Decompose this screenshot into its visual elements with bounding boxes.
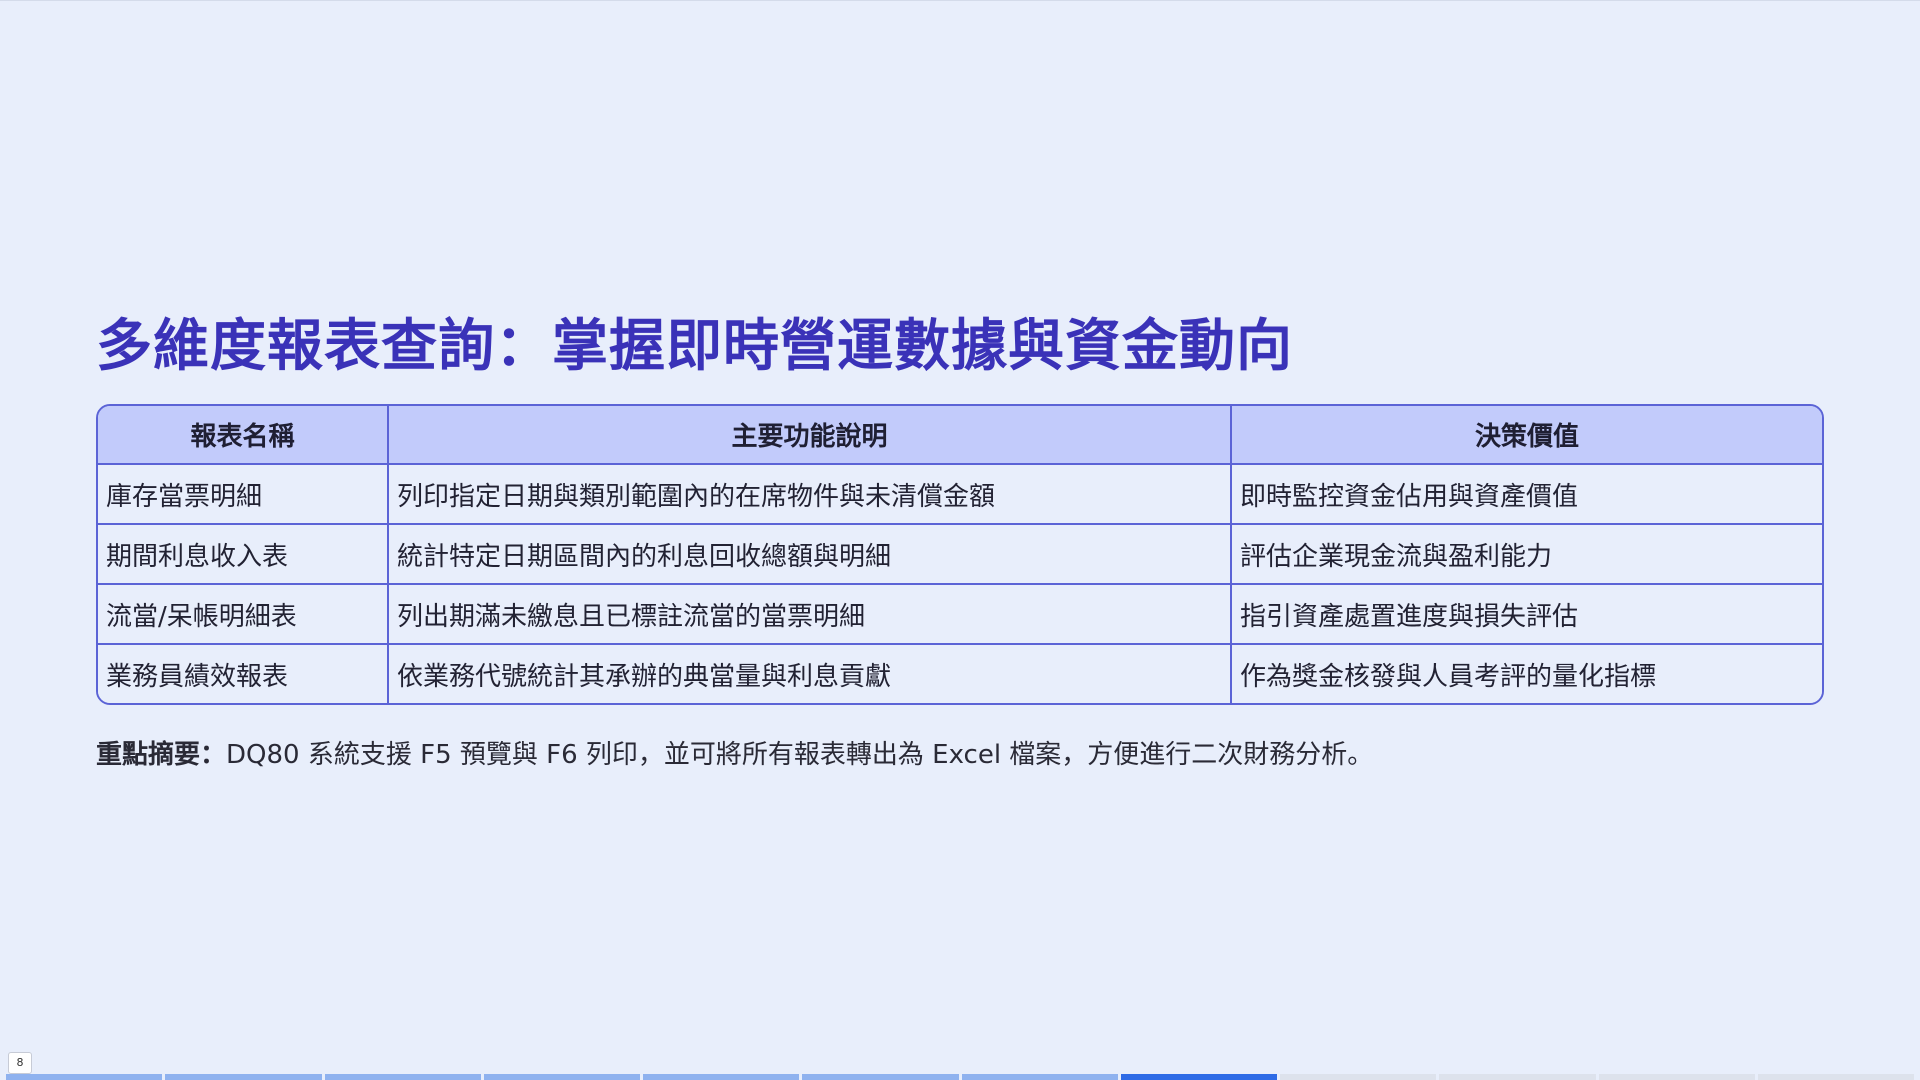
progress-segment-12[interactable] <box>1757 1074 1914 1080</box>
report-table: 報表名稱 主要功能說明 決策價值 庫存當票明細 列印指定日期與類別範圍內的在席物… <box>96 404 1824 705</box>
table-row: 業務員績效報表 依業務代號統計其承辦的典當量與利息貢獻 作為獎金核發與人員考評的… <box>98 644 1822 703</box>
progress-segment-5[interactable] <box>643 1074 800 1080</box>
progress-segment-7[interactable] <box>961 1074 1118 1080</box>
cell-main-function: 列出期滿未繳息且已標註流當的當票明細 <box>388 584 1232 645</box>
cell-decision-value: 指引資產處置進度與損失評估 <box>1231 584 1822 645</box>
progress-segment-3[interactable] <box>324 1074 481 1080</box>
cell-report-name: 庫存當票明細 <box>98 464 389 525</box>
slide-progress-bar[interactable] <box>6 1074 1914 1080</box>
progress-segment-8[interactable] <box>1120 1074 1277 1080</box>
cell-main-function: 統計特定日期區間內的利息回收總額與明細 <box>388 524 1232 585</box>
progress-segment-11[interactable] <box>1598 1074 1755 1080</box>
report-table-grid: 報表名稱 主要功能說明 決策價值 庫存當票明細 列印指定日期與類別範圍內的在席物… <box>98 406 1822 703</box>
header-main-function: 主要功能說明 <box>388 406 1232 465</box>
slide: 多維度報表查詢：掌握即時營運數據與資金動向 報表名稱 主要功能說明 決策價值 庫… <box>0 0 1920 1080</box>
cell-decision-value: 作為獎金核發與人員考評的量化指標 <box>1231 644 1822 703</box>
progress-segment-1[interactable] <box>6 1074 163 1080</box>
progress-segment-9[interactable] <box>1280 1074 1437 1080</box>
cell-main-function: 列印指定日期與類別範圍內的在席物件與未清償金額 <box>388 464 1232 525</box>
header-report-name: 報表名稱 <box>98 406 389 465</box>
cell-main-function: 依業務代號統計其承辦的典當量與利息貢獻 <box>388 644 1232 703</box>
progress-segment-4[interactable] <box>483 1074 640 1080</box>
summary-note: 重點摘要：DQ80 系統支援 F5 預覽與 F6 列印，並可將所有報表轉出為 E… <box>96 734 1373 771</box>
table-header-row: 報表名稱 主要功能說明 決策價值 <box>98 406 1822 465</box>
cell-decision-value: 即時監控資金佔用與資產價值 <box>1231 464 1822 525</box>
table-row: 庫存當票明細 列印指定日期與類別範圍內的在席物件與未清償金額 即時監控資金佔用與… <box>98 464 1822 525</box>
progress-segment-2[interactable] <box>165 1074 322 1080</box>
page-number-badge: 8 <box>8 1052 32 1074</box>
cell-report-name: 期間利息收入表 <box>98 524 389 585</box>
cell-report-name: 業務員績效報表 <box>98 644 389 703</box>
summary-label: 重點摘要： <box>96 740 227 770</box>
table-row: 期間利息收入表 統計特定日期區間內的利息回收總額與明細 評估企業現金流與盈利能力 <box>98 524 1822 585</box>
header-decision-value: 決策價值 <box>1231 406 1822 465</box>
cell-report-name: 流當/呆帳明細表 <box>98 584 389 645</box>
table-row: 流當/呆帳明細表 列出期滿未繳息且已標註流當的當票明細 指引資產處置進度與損失評… <box>98 584 1822 645</box>
progress-segment-6[interactable] <box>802 1074 959 1080</box>
summary-text: DQ80 系統支援 F5 預覽與 F6 列印，並可將所有報表轉出為 Excel … <box>226 740 1374 770</box>
progress-segment-10[interactable] <box>1439 1074 1596 1080</box>
slide-title: 多維度報表查詢：掌握即時營運數據與資金動向 <box>96 314 1293 379</box>
cell-decision-value: 評估企業現金流與盈利能力 <box>1231 524 1822 585</box>
